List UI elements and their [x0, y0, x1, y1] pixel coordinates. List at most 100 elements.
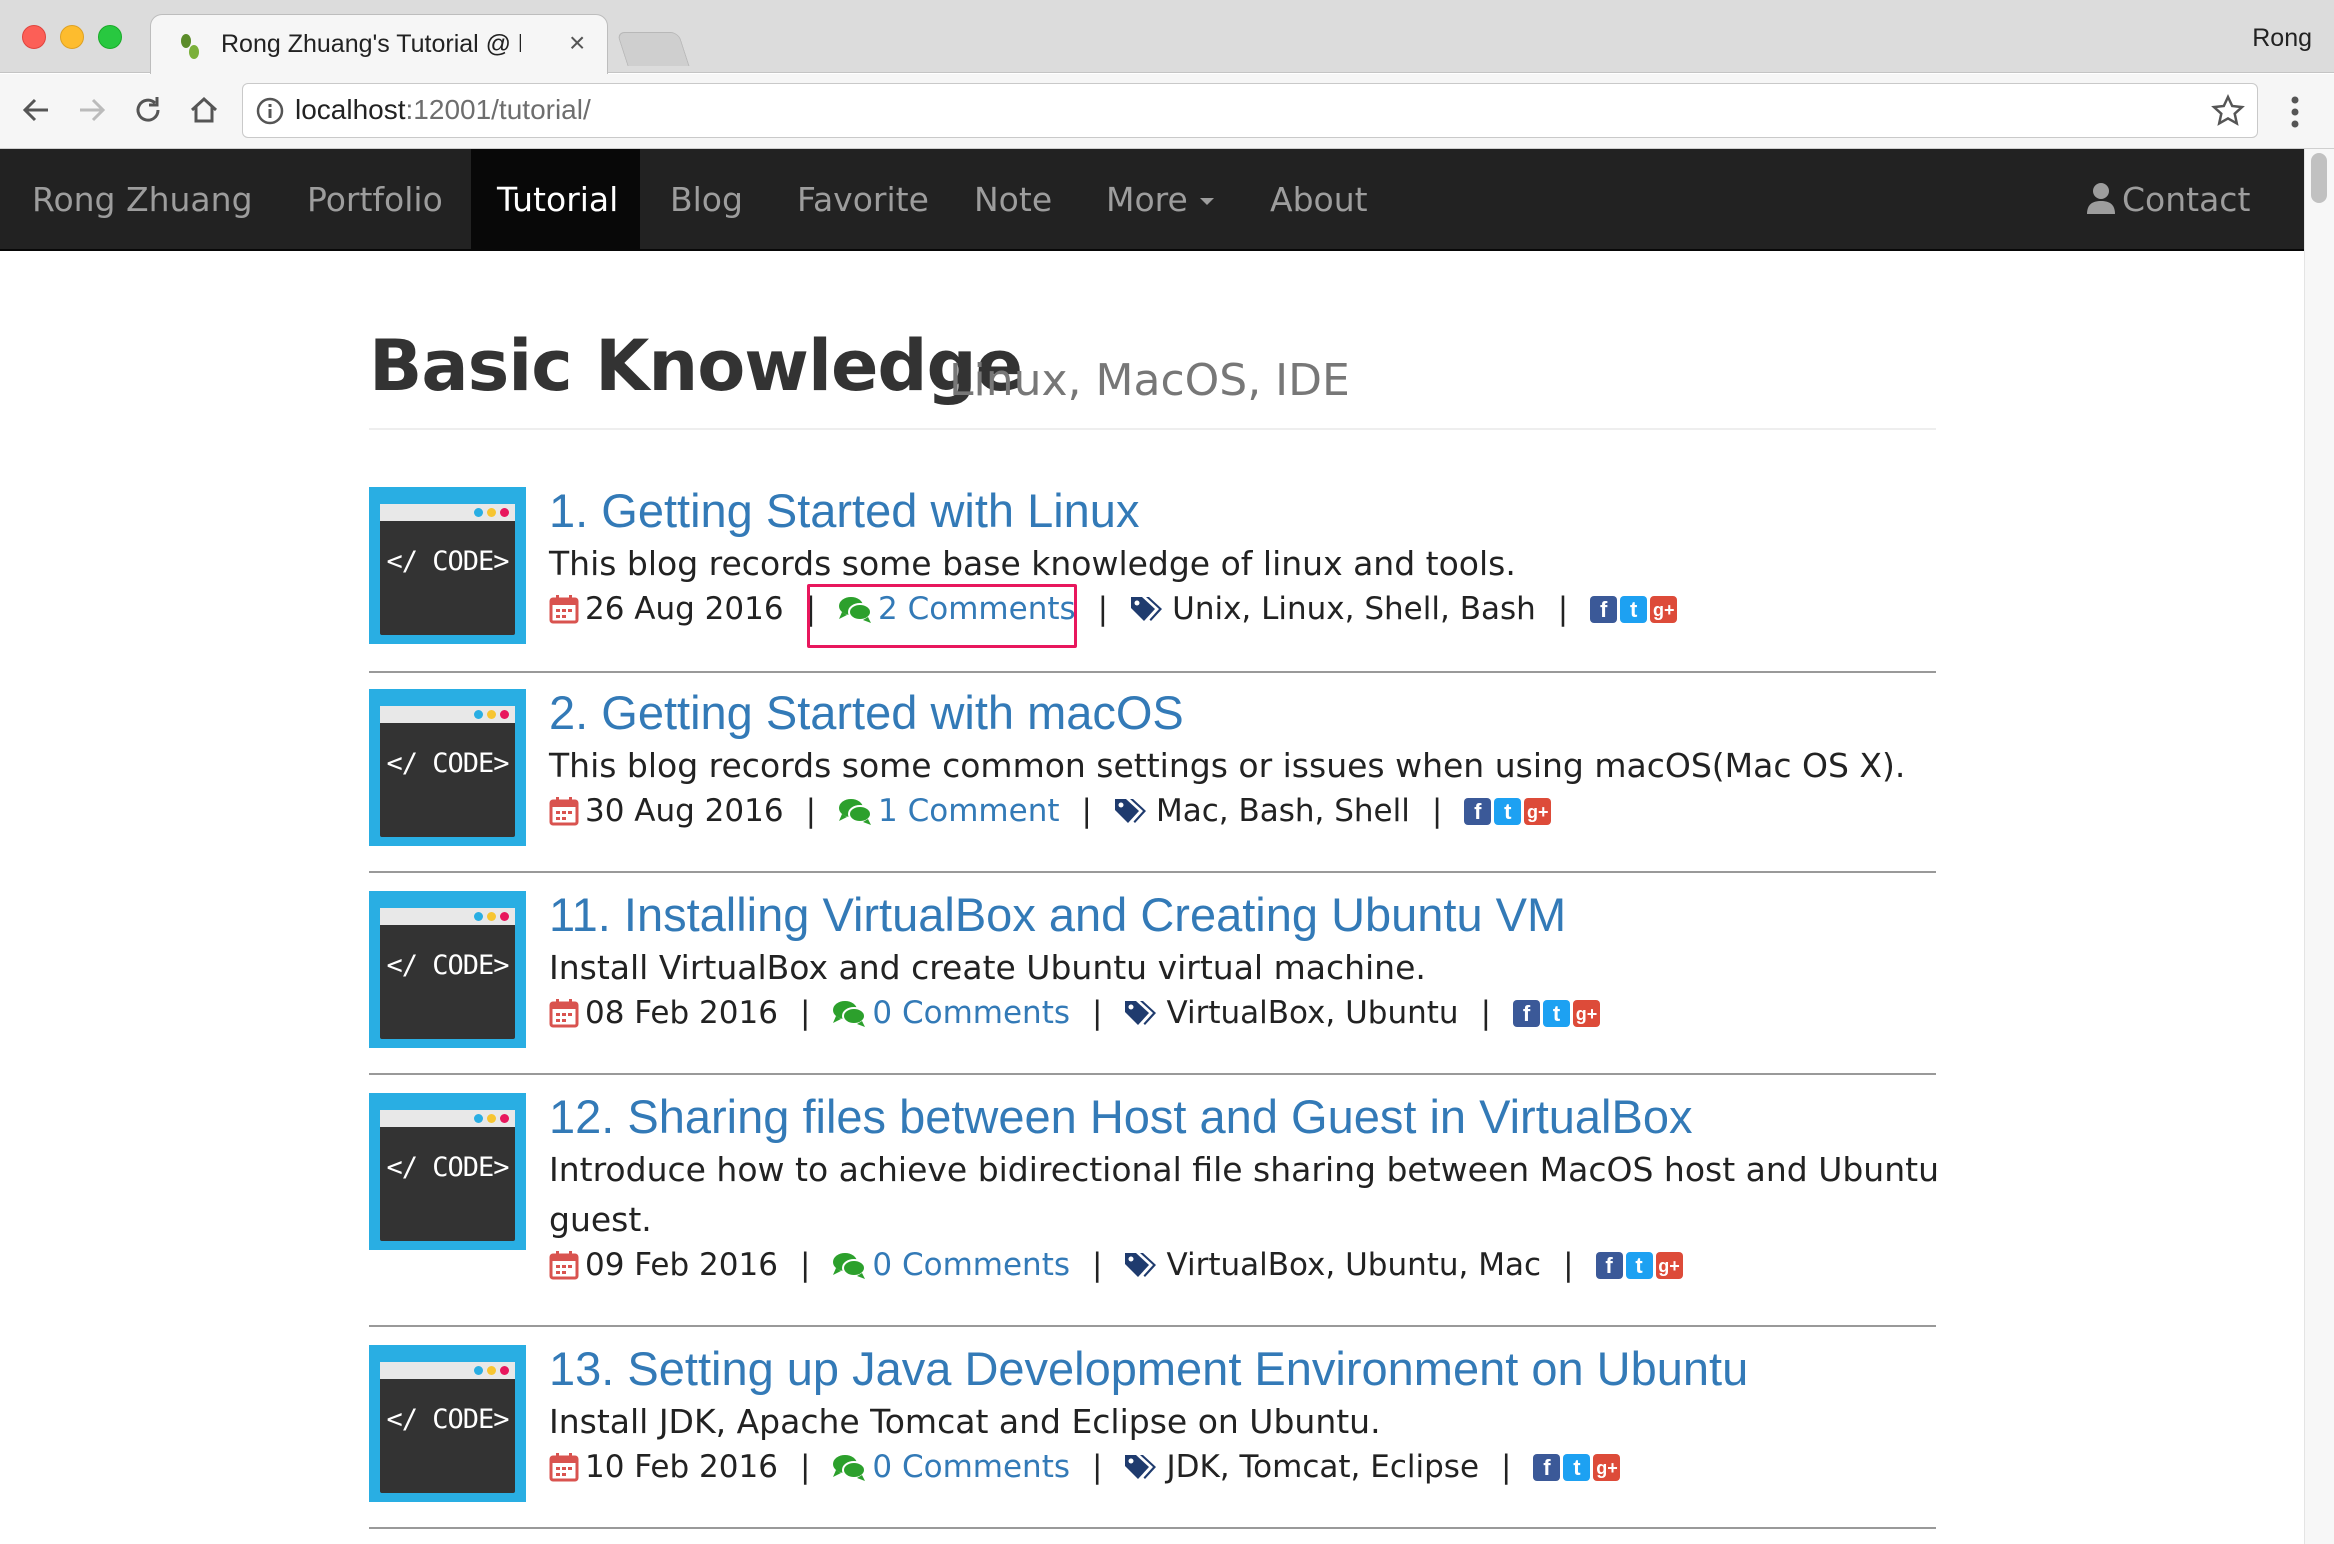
post-item: </ CODE> 1. Getting Started with Linux T…	[369, 484, 1936, 673]
info-icon[interactable]	[255, 96, 285, 126]
facebook-share-icon[interactable]: f	[1533, 1453, 1561, 1481]
social-share: f t g+	[1590, 595, 1678, 623]
page-scrollbar[interactable]	[2304, 149, 2334, 1544]
twitter-share-icon[interactable]: t	[1625, 1251, 1653, 1279]
maximize-window-button[interactable]	[98, 25, 122, 49]
meta-separator: |	[1081, 793, 1092, 829]
post-title-link[interactable]: 12. Sharing files between Host and Guest…	[549, 1089, 1692, 1144]
nav-portfolio[interactable]: Portfolio	[307, 149, 443, 251]
meta-separator: |	[799, 995, 811, 1031]
window-title-bar	[380, 1110, 515, 1127]
tags-icon	[1125, 1455, 1157, 1479]
facebook-share-icon[interactable]: f	[1595, 1251, 1623, 1279]
code-label: </ CODE>	[386, 546, 509, 577]
twitter-share-icon[interactable]: t	[1494, 797, 1522, 825]
meta-separator: |	[799, 1449, 811, 1485]
twitter-share-icon[interactable]: t	[1620, 595, 1648, 623]
twitter-share-icon[interactable]: t	[1543, 999, 1571, 1027]
google-plus-share-icon[interactable]: g+	[1655, 1251, 1683, 1279]
post-title-link[interactable]: 1. Getting Started with Linux	[549, 483, 1139, 538]
user-icon	[2087, 183, 2115, 214]
facebook-share-icon[interactable]: f	[1464, 797, 1492, 825]
tags-icon	[1125, 1253, 1157, 1277]
code-label: </ CODE>	[386, 950, 509, 981]
page-scrollbar-thumb[interactable]	[2311, 153, 2327, 203]
close-window-button[interactable]	[22, 25, 46, 49]
address-bar[interactable]: localhost:12001/tutorial/	[242, 83, 2258, 138]
home-icon[interactable]	[182, 88, 226, 132]
comments-highlight-box	[807, 584, 1077, 648]
nav-favorite[interactable]: Favorite	[797, 149, 929, 251]
window-dot	[487, 710, 496, 719]
post-title-link[interactable]: 13. Setting up Java Development Environm…	[549, 1341, 1748, 1396]
browser-tab-strip: Rong Zhuang's Tutorial @ http × Rong	[0, 0, 2334, 74]
forward-arrow-icon[interactable]	[70, 88, 114, 132]
window-dot	[474, 1114, 483, 1123]
code-thumbnail[interactable]: </ CODE>	[369, 1093, 526, 1250]
google-plus-share-icon[interactable]: g+	[1524, 797, 1552, 825]
post-item: </ CODE> 12. Sharing files between Host …	[369, 1090, 1939, 1327]
post-tags: VirtualBox, Ubuntu, Mac	[1124, 1247, 1541, 1283]
comments-icon	[833, 1253, 867, 1279]
facebook-share-icon[interactable]: f	[1513, 999, 1541, 1027]
code-thumbnail[interactable]: </ CODE>	[369, 487, 526, 644]
post-tags: VirtualBox, Ubuntu	[1124, 995, 1459, 1031]
back-arrow-icon[interactable]	[14, 88, 58, 132]
meta-separator: |	[799, 1247, 811, 1283]
window-dot	[500, 1114, 509, 1123]
calendar-icon	[549, 595, 579, 624]
nav-note[interactable]: Note	[974, 149, 1052, 251]
nav-about[interactable]: About	[1270, 149, 1368, 251]
browser-toolbar: localhost:12001/tutorial/	[0, 74, 2334, 149]
google-plus-share-icon[interactable]: g+	[1573, 999, 1601, 1027]
nav-blog[interactable]: Blog	[670, 149, 743, 251]
post-title-link[interactable]: 11. Installing VirtualBox and Creating U…	[549, 887, 1566, 942]
post-title-link[interactable]: 2. Getting Started with macOS	[549, 685, 1184, 740]
comments-link[interactable]: 0 Comments	[832, 1449, 1070, 1485]
calendar-icon	[549, 999, 579, 1028]
bookmark-star-icon[interactable]	[2211, 94, 2245, 128]
facebook-share-icon[interactable]: f	[1590, 595, 1618, 623]
nav-more-dropdown[interactable]: More	[1106, 149, 1214, 251]
window-dot	[500, 912, 509, 921]
nav-tutorial[interactable]: Tutorial	[497, 149, 618, 251]
footprint-favicon-icon	[181, 34, 199, 59]
google-plus-share-icon[interactable]: g+	[1650, 595, 1678, 623]
meta-separator: |	[1480, 995, 1492, 1031]
new-tab-button[interactable]	[616, 32, 690, 66]
comments-link[interactable]: 1 Comment	[838, 793, 1060, 829]
comments-count: 0 Comments	[872, 1449, 1071, 1485]
comments-count: 0 Comments	[872, 995, 1071, 1031]
minimize-window-button[interactable]	[60, 25, 84, 49]
google-plus-share-icon[interactable]: g+	[1593, 1453, 1621, 1481]
tags-text: Mac, Bash, Shell	[1155, 793, 1410, 829]
comments-icon	[839, 799, 873, 825]
window-title-bar	[380, 1362, 515, 1379]
tab-close-icon[interactable]: ×	[569, 29, 585, 57]
profile-name[interactable]: Rong	[2252, 24, 2312, 53]
post-date: 26 Aug 2016	[585, 591, 784, 627]
code-thumbnail[interactable]: </ CODE>	[369, 1345, 526, 1502]
code-thumbnail[interactable]: </ CODE>	[369, 689, 526, 846]
nav-more-label: More	[1106, 180, 1188, 219]
window-dot	[474, 508, 483, 517]
post-meta: 30 Aug 2016 | 1 Comment | Mac, Bash, She…	[549, 789, 1552, 833]
nav-contact-label: Contact	[2122, 180, 2251, 219]
twitter-share-icon[interactable]: t	[1563, 1453, 1591, 1481]
reload-icon[interactable]	[126, 88, 170, 132]
post-meta: 10 Feb 2016 | 0 Comments | JDK, Tomcat, …	[549, 1445, 1621, 1489]
code-thumbnail[interactable]: </ CODE>	[369, 891, 526, 1048]
nav-contact[interactable]: Contact	[2086, 149, 2250, 251]
browser-menu-icon[interactable]	[2280, 90, 2310, 134]
social-share: f t g+	[1464, 797, 1552, 825]
url-path: :12001/tutorial/	[405, 94, 591, 125]
brand-link[interactable]: Rong Zhuang	[32, 149, 253, 251]
post-item: </ CODE> 13. Setting up Java Development…	[369, 1342, 1936, 1529]
browser-tab-active[interactable]: Rong Zhuang's Tutorial @ http ×	[150, 14, 608, 74]
post-tags: Mac, Bash, Shell	[1114, 793, 1410, 829]
comments-link[interactable]: 0 Comments	[832, 995, 1070, 1031]
url-text[interactable]: localhost:12001/tutorial/	[295, 94, 591, 126]
post-meta: 26 Aug 2016 | 2 Comments | Unix, Linux, …	[549, 587, 1678, 631]
comments-link[interactable]: 0 Comments	[832, 1247, 1070, 1283]
meta-separator: |	[1557, 591, 1569, 627]
